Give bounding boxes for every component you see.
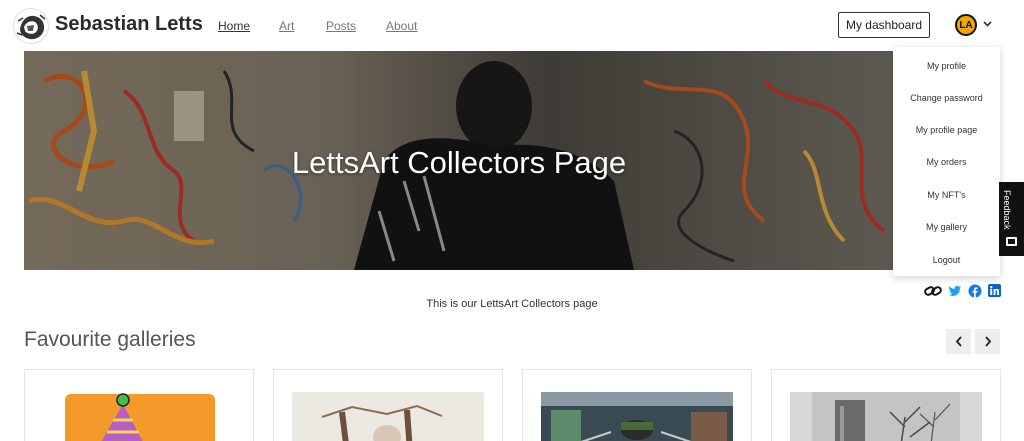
gallery-card[interactable]: [522, 369, 752, 441]
feedback-icon: [1006, 237, 1017, 246]
feedback-tab[interactable]: Feedback: [999, 182, 1024, 256]
carousel-prev-button[interactable]: [946, 329, 971, 354]
linkedin-icon[interactable]: [988, 284, 1001, 298]
user-avatar[interactable]: LA: [955, 14, 977, 36]
hero-title: LettsArt Collectors Page: [291, 145, 627, 180]
feedback-label: Feedback: [1002, 190, 1012, 230]
menu-item-change-password[interactable]: Change password: [893, 93, 1000, 103]
facebook-icon[interactable]: [968, 284, 982, 298]
gallery-thumbnail: [790, 392, 982, 441]
menu-item-my-nfts[interactable]: My NFT's: [893, 190, 1000, 200]
gallery-thumbnail: [43, 392, 235, 441]
chevron-down-icon[interactable]: [983, 19, 992, 29]
user-dropdown-menu: My profile Change password My profile pa…: [893, 47, 1000, 276]
twitter-icon[interactable]: [948, 284, 962, 298]
nav-posts[interactable]: Posts: [326, 19, 356, 33]
gallery-card[interactable]: [273, 369, 503, 441]
carousel-next-button[interactable]: [975, 329, 1000, 354]
site-header: Sebastian Letts Home Art Posts About My …: [0, 0, 1024, 50]
menu-item-my-profile-page[interactable]: My profile page: [893, 125, 1000, 135]
gallery-thumbnail: [541, 392, 733, 441]
site-logo[interactable]: [13, 8, 49, 44]
section-title: Favourite galleries: [24, 328, 196, 351]
link-icon[interactable]: [924, 284, 942, 298]
site-title[interactable]: Sebastian Letts: [55, 13, 203, 36]
chevron-right-icon: [984, 336, 991, 347]
gallery-thumbnail: [292, 392, 484, 441]
menu-item-my-gallery[interactable]: My gallery: [893, 222, 1000, 232]
gallery-card[interactable]: [771, 369, 1001, 441]
hero-banner: LettsArt Collectors Page: [24, 51, 894, 270]
nav-home[interactable]: Home: [218, 19, 250, 33]
chevron-left-icon: [955, 336, 962, 347]
page-caption: This is our LettsArt Collectors page: [426, 298, 598, 310]
nav-about[interactable]: About: [386, 19, 417, 33]
menu-item-my-profile[interactable]: My profile: [893, 61, 1000, 71]
nav-art[interactable]: Art: [279, 19, 294, 33]
gallery-card[interactable]: [24, 369, 254, 441]
menu-item-logout[interactable]: Logout: [893, 255, 1000, 265]
menu-item-my-orders[interactable]: My orders: [893, 157, 1000, 167]
my-dashboard-button[interactable]: My dashboard: [838, 12, 930, 38]
